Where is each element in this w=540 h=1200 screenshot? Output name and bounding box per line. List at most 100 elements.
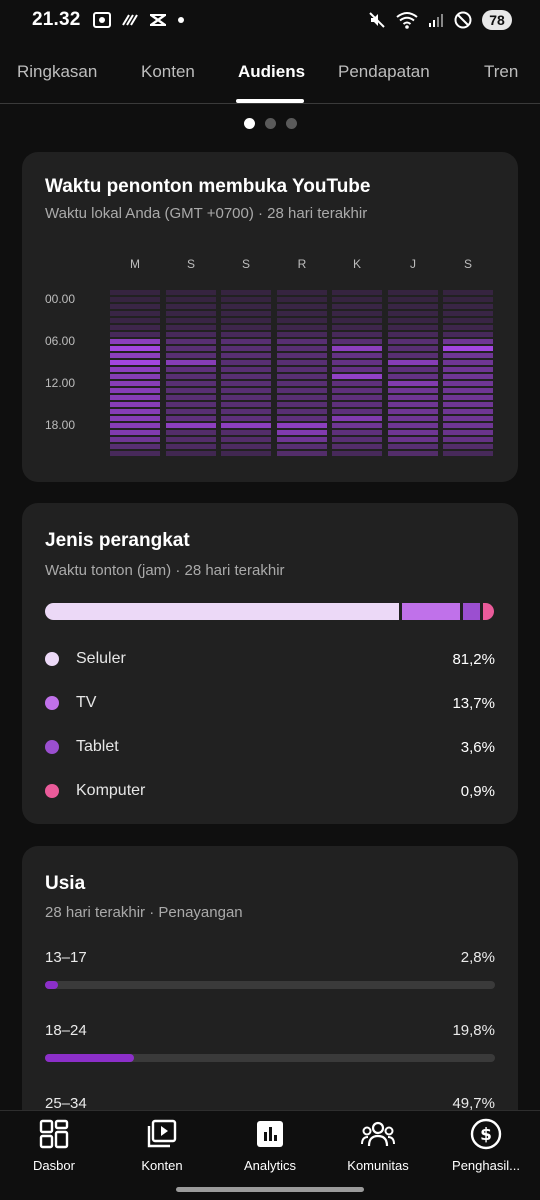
- device-type-card: Jenis perangkat Waktu tonton (jam) · 28 …: [22, 503, 518, 824]
- heatmap-cell: [443, 367, 493, 372]
- heatmap-cell: [277, 388, 327, 393]
- heatmap-cell: [277, 297, 327, 302]
- heatmap-cell: [277, 423, 327, 428]
- heatmap-cell: [221, 311, 271, 316]
- heatmap-cell: [388, 297, 438, 302]
- heatmap-cell: [166, 451, 216, 456]
- heatmap-cell: [443, 444, 493, 449]
- age-bar-fill: [45, 981, 58, 989]
- heatmap-cell: [443, 423, 493, 428]
- heatmap-cell: [277, 311, 327, 316]
- heatmap-cell: [166, 374, 216, 379]
- hour-label: 12.00: [45, 376, 76, 390]
- nav-komunitas[interactable]: Komunitas: [324, 1117, 432, 1173]
- heatmap-cell: [166, 430, 216, 435]
- heatmap-cell: [166, 416, 216, 421]
- heatmap-cell: [110, 381, 160, 386]
- day-label: K: [352, 257, 361, 271]
- heatmap-cell: [277, 416, 327, 421]
- heatmap-cell: [443, 332, 493, 337]
- heatmap-cell: [388, 332, 438, 337]
- age-value: 2,8%: [460, 949, 495, 966]
- nav-dasbor[interactable]: Dasbor: [0, 1117, 108, 1173]
- age-card: Usia 28 hari terakhir · Penayangan 13–17…: [22, 846, 518, 1146]
- legend-dot: [45, 784, 59, 798]
- heatmap-cell: [110, 367, 160, 372]
- heatmap-cell: [221, 423, 271, 428]
- svg-text:$: $: [480, 1125, 492, 1145]
- device-label: Tablet: [76, 738, 119, 755]
- tab-pendapatan[interactable]: Pendapatan: [338, 62, 430, 82]
- heatmap-cell: [332, 290, 382, 295]
- heatmap-cell: [110, 423, 160, 428]
- device-bar-segment: [402, 603, 460, 620]
- tab-audiens[interactable]: Audiens: [238, 62, 305, 82]
- heatmap-cell: [166, 437, 216, 442]
- nav-konten[interactable]: Konten: [108, 1117, 216, 1173]
- heatmap-cell: [332, 318, 382, 323]
- heatmap-cell: [443, 430, 493, 435]
- signal-icon: [429, 14, 443, 27]
- nav-analytics[interactable]: Analytics: [216, 1117, 324, 1173]
- heatmap-cell: [166, 290, 216, 295]
- heatmap-cell: [443, 374, 493, 379]
- heatmap-cell: [110, 339, 160, 344]
- day-label: S: [463, 257, 472, 271]
- legend-dot: [45, 740, 59, 754]
- heatmap-cell: [110, 311, 160, 316]
- heatmap-column: [388, 290, 438, 460]
- nav-label: Komunitas: [347, 1158, 409, 1173]
- device-share-bar[interactable]: [45, 603, 495, 620]
- heatmap-column: [277, 290, 327, 460]
- heatmap-cell: [443, 325, 493, 330]
- heatmap-cell: [277, 360, 327, 365]
- watch-time-title: Waktu penonton membuka YouTube: [45, 176, 371, 197]
- watch-time-heatmap[interactable]: [110, 290, 496, 460]
- heatmap-cell: [332, 402, 382, 407]
- heatmap-column: [110, 290, 160, 460]
- heatmap-cell: [277, 444, 327, 449]
- heatmap-cell: [110, 346, 160, 351]
- device-label: Komputer: [76, 782, 146, 799]
- age-title: Usia: [45, 873, 86, 894]
- nav-penghasilan[interactable]: $ Penghasil...: [432, 1117, 540, 1173]
- hour-label: 06.00: [45, 334, 76, 348]
- heatmap-cell: [221, 367, 271, 372]
- heatmap-cell: [221, 451, 271, 456]
- age-bar-fill: [45, 1054, 135, 1062]
- heatmap-cell: [166, 388, 216, 393]
- heatmap-cell: [388, 290, 438, 295]
- device-value: 0,9%: [460, 782, 495, 800]
- device-row-tablet: Tablet 3,6%: [45, 735, 495, 759]
- heatmap-cell: [388, 311, 438, 316]
- age-label: 18–24: [45, 1022, 87, 1039]
- tab-tren[interactable]: Tren: [484, 62, 518, 82]
- pager-dots: [0, 118, 540, 129]
- heatmap-cell: [388, 402, 438, 407]
- device-subtitle: Waktu tonton (jam) · 28 hari terakhir: [45, 562, 285, 579]
- heatmap-cell: [166, 402, 216, 407]
- day-label: S: [241, 257, 250, 271]
- tab-ringkasan[interactable]: Ringkasan: [17, 62, 97, 82]
- heatmap-cell: [443, 353, 493, 358]
- heatmap-column: [443, 290, 493, 460]
- analytics-tabs: Ringkasan Konten Audiens Pendapatan Tren: [0, 48, 540, 104]
- hour-label: 00.00: [45, 292, 76, 306]
- heatmap-column: [166, 290, 216, 460]
- heatmap-cell: [110, 395, 160, 400]
- hour-label: 18.00: [45, 418, 76, 432]
- heatmap-cell: [166, 332, 216, 337]
- heatmap-day-labels: M S S R K J S: [110, 257, 496, 273]
- device-value: 3,6%: [460, 738, 495, 756]
- pager-dot-1[interactable]: [243, 118, 255, 129]
- heatmap-cell: [221, 402, 271, 407]
- heatmap-cell: [221, 346, 271, 351]
- pager-dot-2[interactable]: [264, 118, 276, 129]
- home-indicator[interactable]: [176, 1187, 364, 1192]
- legend-dot: [45, 652, 59, 666]
- screenshot-icon: [92, 12, 111, 28]
- heatmap-cell: [277, 339, 327, 344]
- heatmap-cell: [166, 339, 216, 344]
- tab-konten[interactable]: Konten: [141, 62, 195, 82]
- pager-dot-3[interactable]: [285, 118, 297, 129]
